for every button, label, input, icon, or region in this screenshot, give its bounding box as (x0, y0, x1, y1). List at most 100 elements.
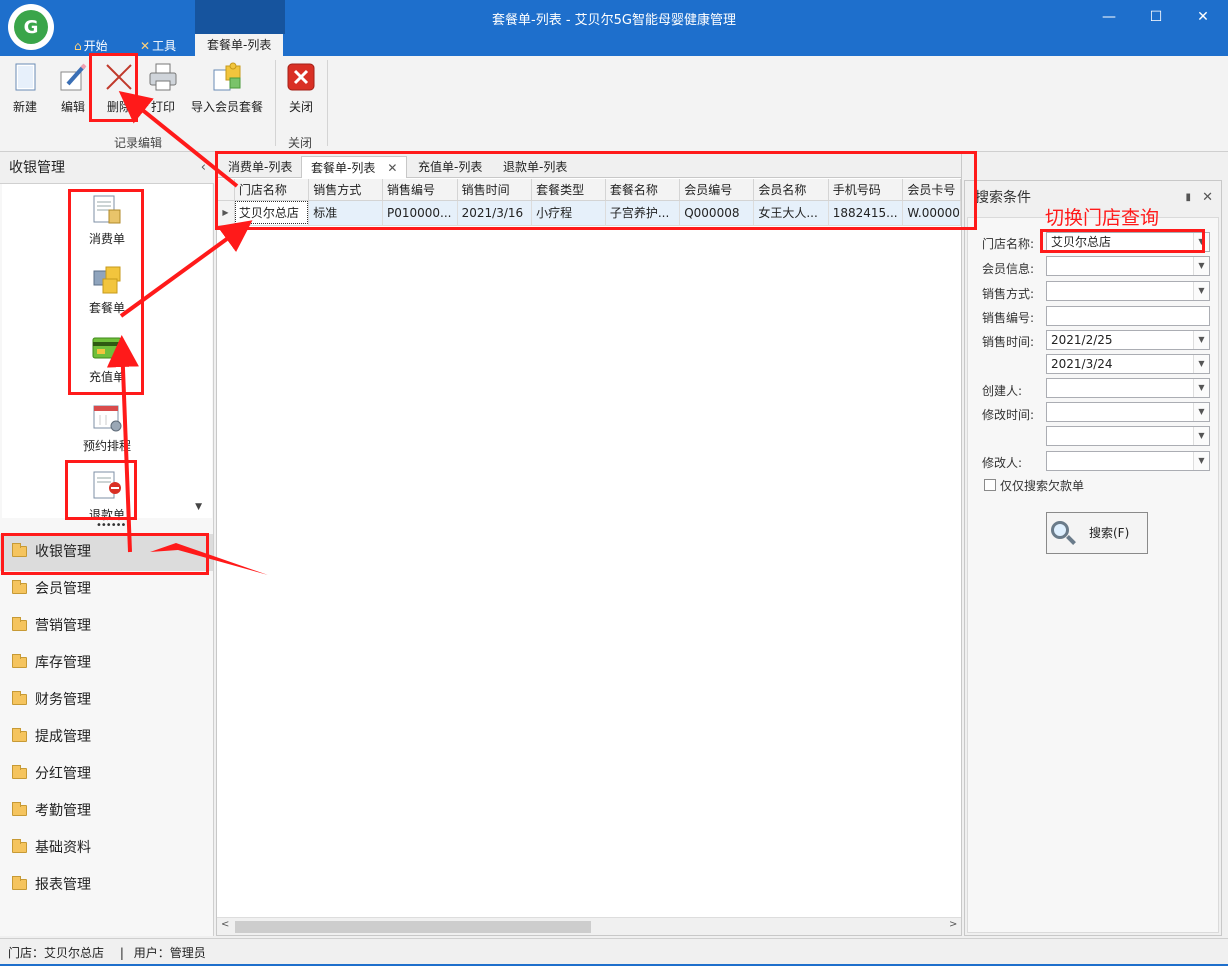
field-label: 修改人: (982, 456, 1023, 470)
search-panel: 搜索条件 ▮ ✕ 门店名称: 艾贝尔总店 ▼ 会员信息: ▼ 销售方式: ▼ 销售… (964, 180, 1222, 936)
import-puzzle-icon (212, 62, 242, 92)
horizontal-scrollbar[interactable]: < > (217, 917, 961, 935)
module-attendance[interactable]: 考勤管理 (0, 793, 213, 830)
new-label: 新建 (12, 100, 37, 114)
module-label: 考勤管理 (35, 803, 91, 819)
modify-date-to[interactable]: ▼ (1046, 426, 1210, 446)
folder-icon (12, 765, 27, 779)
search-panel-title: 搜索条件 (975, 190, 1031, 206)
module-label: 报表管理 (35, 877, 91, 893)
folder-icon (12, 691, 27, 705)
search-button[interactable]: 搜索(F) (1046, 512, 1148, 554)
nav-item-schedule[interactable]: 预约排程 (2, 401, 212, 454)
folder-icon (12, 839, 27, 853)
field-label: 门店名称: (982, 237, 1035, 251)
module-dividend[interactable]: 分红管理 (0, 756, 213, 793)
annotation-box-store-select (1040, 229, 1205, 253)
module-marketing[interactable]: 营销管理 (0, 608, 213, 645)
module-label: 基础资料 (35, 840, 91, 856)
tab-package-list[interactable]: 套餐单-列表 (195, 34, 284, 56)
folder-icon (12, 802, 27, 816)
import-label: 导入会员套餐 (191, 100, 264, 114)
only-debt-checkbox[interactable] (984, 479, 996, 491)
only-debt-label: 仅仅搜索欠款单 (1000, 479, 1085, 493)
module-inventory[interactable]: 库存管理 (0, 645, 213, 682)
member-info-select[interactable]: ▼ (1046, 256, 1210, 276)
group-separator (275, 60, 276, 146)
maximize-button[interactable]: ☐ (1141, 6, 1171, 28)
dropdown-arrow-icon[interactable]: ▼ (1193, 403, 1209, 421)
minimize-button[interactable]: — (1094, 6, 1124, 28)
title-bar: G 套餐单-列表 - 艾贝尔5G智能母婴健康管理 — ☐ ✕ ⌂ 开始 ✕ 工具 套… (0, 0, 1228, 56)
dropdown-arrow-icon[interactable]: ▼ (1193, 452, 1209, 470)
new-button[interactable]: 新建 (10, 62, 40, 115)
calendar-icon (91, 401, 123, 433)
dropdown-arrow-icon[interactable]: ▼ (1193, 379, 1209, 397)
tab-tools-label: 工具 (152, 39, 177, 53)
field-label: 销售时间: (982, 335, 1035, 349)
folder-icon (12, 617, 27, 631)
magnifier-icon (1051, 521, 1069, 539)
import-package-button[interactable]: 导入会员套餐 (191, 62, 263, 115)
folder-icon (12, 876, 27, 890)
sale-method-select[interactable]: ▼ (1046, 281, 1210, 301)
module-commission[interactable]: 提成管理 (0, 719, 213, 756)
folder-icon (12, 580, 27, 594)
module-label: 营销管理 (35, 618, 91, 634)
sale-number-input[interactable] (1046, 306, 1210, 326)
print-label: 打印 (150, 100, 175, 114)
new-doc-icon (10, 62, 40, 92)
status-store: 门店：艾贝尔总店 (8, 946, 105, 960)
field-label: 销售编号: (982, 311, 1035, 325)
close-window-button[interactable]: ✕ (1188, 6, 1218, 28)
scroll-thumb[interactable] (235, 921, 591, 933)
tab-tools[interactable]: ✕ 工具 (140, 36, 176, 56)
module-member[interactable]: 会员管理 (0, 571, 213, 608)
print-button[interactable]: 打印 (148, 62, 178, 115)
sale-date-from[interactable]: 2021/2/25 ▼ (1046, 330, 1210, 350)
pin-icon[interactable]: ▮ (1185, 181, 1191, 215)
ribbon-toolbar: 新建 编辑 删除 打印 导入会员套餐 关闭 记录编辑 关闭 (0, 56, 1228, 152)
status-bar: 门店：艾贝尔总店 | 用户：管理员 (0, 938, 1228, 966)
modify-date-from[interactable]: ▼ (1046, 402, 1210, 422)
folder-icon (12, 654, 27, 668)
field-label: 会员信息: (982, 262, 1035, 276)
edit-pencil-icon (58, 62, 88, 92)
creator-select[interactable]: ▼ (1046, 378, 1210, 398)
group-separator (327, 60, 328, 146)
annotation-box-cashier-module (1, 533, 209, 575)
dropdown-arrow-icon[interactable]: ▼ (1193, 427, 1209, 445)
splitter-dots[interactable]: •••••• (96, 520, 126, 531)
module-label: 库存管理 (35, 655, 91, 671)
home-icon: ⌂ (74, 39, 82, 53)
printer-icon (148, 62, 178, 92)
dropdown-arrow-icon[interactable]: ▼ (1193, 331, 1209, 349)
annotation-switch-store: 切换门店查询 (1045, 207, 1160, 229)
module-basic-data[interactable]: 基础资料 (0, 830, 213, 867)
module-label: 提成管理 (35, 729, 91, 745)
module-label: 财务管理 (35, 692, 91, 708)
edit-label: 编辑 (60, 100, 85, 114)
scroll-left-icon[interactable]: < (221, 919, 229, 930)
sale-date-from-value: 2021/2/25 (1051, 333, 1113, 347)
dropdown-arrow-icon[interactable]: ▼ (1193, 282, 1209, 300)
sale-date-to[interactable]: 2021/3/24 ▼ (1046, 354, 1210, 374)
annotation-box-refund (65, 460, 137, 520)
dropdown-arrow-icon[interactable]: ▼ (1193, 355, 1209, 373)
dropdown-arrow-icon[interactable]: ▼ (1193, 257, 1209, 275)
close-panel-icon[interactable]: ✕ (1202, 181, 1213, 215)
sale-date-to-value: 2021/3/24 (1051, 357, 1113, 371)
window-title: 套餐单-列表 - 艾贝尔5G智能母婴健康管理 (492, 13, 736, 28)
collapse-icon[interactable]: ‹ (201, 152, 206, 184)
close-list-button[interactable]: 关闭 (286, 62, 316, 115)
scroll-down-icon[interactable]: ▼ (195, 502, 202, 512)
module-finance[interactable]: 财务管理 (0, 682, 213, 719)
tab-package-list-label: 套餐单-列表 (207, 38, 272, 52)
module-reports[interactable]: 报表管理 (0, 867, 213, 904)
nav-item-label: 预约排程 (82, 439, 131, 453)
search-button-label: 搜索(F) (1089, 526, 1130, 540)
edit-button[interactable]: 编辑 (58, 62, 88, 115)
scroll-right-icon[interactable]: > (949, 919, 957, 930)
annotation-box-delete (89, 53, 138, 122)
modifier-select[interactable]: ▼ (1046, 451, 1210, 471)
